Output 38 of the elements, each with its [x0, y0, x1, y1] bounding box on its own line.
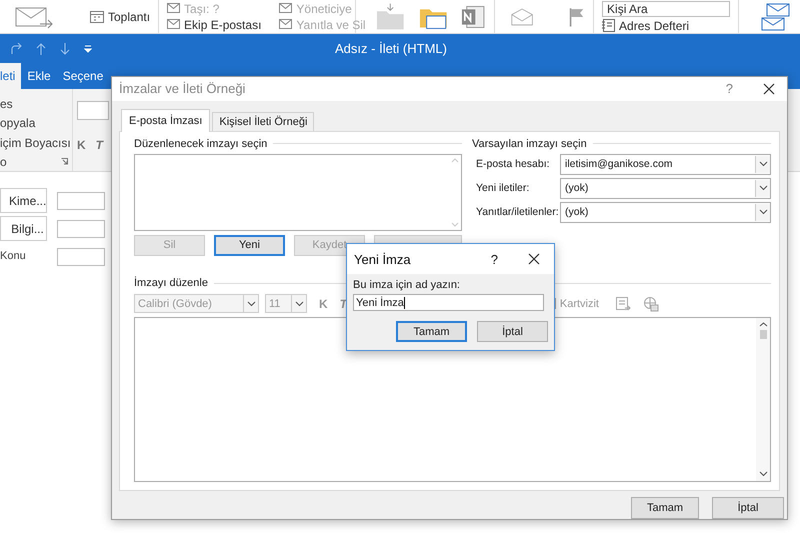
dropdown[interactable]: iletisim@ganikose.com: [560, 154, 771, 175]
ribbon-tab[interactable]: Ekle: [21, 63, 57, 89]
ribbon-tab[interactable]: Seçene: [56, 63, 110, 89]
ribbon-tab[interactable]: leti: [0, 63, 22, 89]
ribbon-command[interactable]: es: [0, 97, 72, 111]
to-button[interactable]: Kime...: [0, 188, 47, 213]
field-label: Bu imza için ad yazın:: [353, 279, 461, 291]
subject-label: Konu: [0, 249, 27, 264]
field-label: E-posta hesabı:: [476, 158, 551, 170]
ribbon-command[interactable]: opyala: [0, 116, 72, 130]
group-title: Varsayılan imzayı seçin: [472, 138, 587, 150]
dialog-button[interactable]: İptal: [477, 321, 548, 342]
dialog-button[interactable]: İptal: [712, 497, 784, 519]
dialog-button[interactable]: Tamam: [631, 497, 699, 519]
ribbon-command[interactable]: Adres Defteri: [619, 18, 690, 32]
dialog-button[interactable]: Yeni: [214, 234, 285, 256]
group-label: o: [0, 154, 7, 169]
dialog-tab[interactable]: E-posta İmzası: [121, 108, 210, 132]
group-title: İmzayı düzenle: [134, 277, 208, 290]
search-field[interactable]: Kişi Ara: [602, 0, 730, 16]
group-title: Düzenlenecek imzayı seçin: [134, 138, 268, 150]
help-button[interactable]: ?: [490, 252, 498, 266]
dialog-button[interactable]: Tamam: [396, 321, 467, 342]
ribbon-command[interactable]: Ekip E-postası: [184, 18, 262, 32]
ribbon-command[interactable]: içim Boyacısı: [0, 136, 72, 150]
field-label: Yeni iletiler:: [476, 182, 530, 194]
dialog-tab[interactable]: Kişisel İleti Örneği: [212, 112, 314, 131]
name-field[interactable]: Yeni İmza: [353, 294, 544, 311]
help-button[interactable]: ?: [726, 81, 733, 96]
dialog-title: İmzalar ve İleti Örneği: [119, 81, 246, 96]
dropdown[interactable]: (yok): [560, 178, 771, 199]
bold-button[interactable]: K: [77, 138, 86, 152]
dropdown[interactable]: (yok): [560, 202, 771, 223]
ribbon-command[interactable]: Toplantı: [108, 10, 150, 24]
window-title: Adsız - İleti (HTML): [334, 41, 448, 56]
field-label: Yanıtlar/iletilenler:: [476, 206, 560, 218]
italic-button[interactable]: T: [96, 138, 104, 152]
cc-button[interactable]: Bilgi...: [0, 216, 47, 241]
